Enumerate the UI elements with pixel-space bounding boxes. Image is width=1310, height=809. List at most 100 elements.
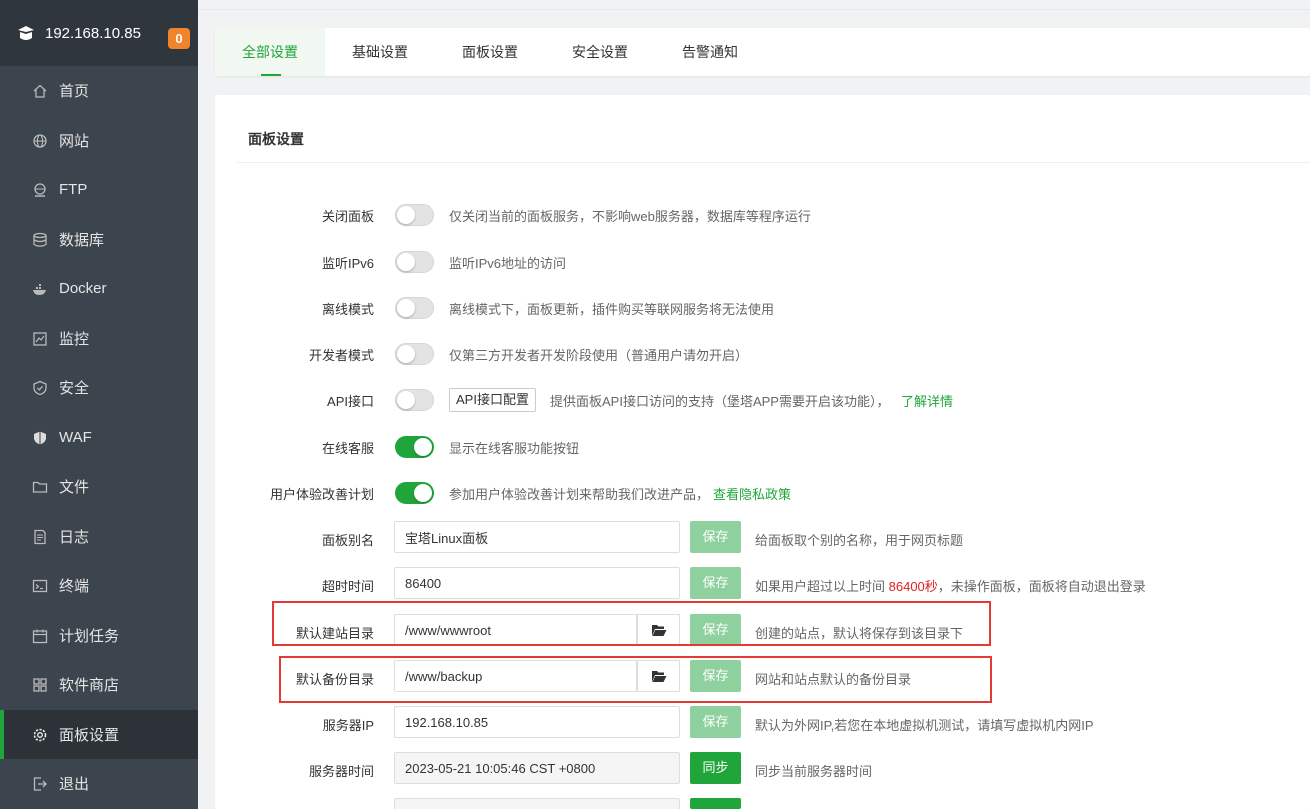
sidebar-item-label: 首页 <box>59 83 90 100</box>
sidebar-item-docker[interactable]: Docker <box>0 264 198 313</box>
panel-alias-input[interactable] <box>394 521 680 553</box>
site-dir-browse-button[interactable] <box>637 614 680 646</box>
close-panel-desc: 仅关闭当前的面板服务，不影响web服务器，数据库等程序运行 <box>449 209 811 224</box>
ipv6-toggle[interactable] <box>395 251 434 273</box>
sidebar: 192.168.10.85 0 首页 网站 FTP 数据库 Docker 监控 … <box>0 0 198 809</box>
tab-panel-settings[interactable]: 面板设置 <box>449 28 531 76</box>
panel-alias-label: 面板别名 <box>321 533 374 548</box>
sidebar-item-terminal[interactable]: 终端 <box>0 561 198 610</box>
developer-mode-label: 开发者模式 <box>308 348 374 363</box>
panel-alias-save-button[interactable]: 保存 <box>690 521 741 553</box>
apps-grid-icon <box>31 676 48 693</box>
open-folder-icon <box>651 670 666 682</box>
timeout-desc: 如果用户超过以上时间 86400秒，未操作面板，面板将自动退出登录 <box>755 579 1146 594</box>
ftp-icon <box>31 181 48 198</box>
sidebar-item-label: 面板设置 <box>59 727 120 744</box>
tab-alert-notifications[interactable]: 告警通知 <box>669 28 751 76</box>
next-row-button[interactable] <box>690 798 741 809</box>
panel-settings-section: 面板设置 关闭面板 仅关闭当前的面板服务，不影响web服务器，数据库等程序运行 … <box>215 95 1310 809</box>
backup-dir-desc: 网站和站点默认的备份目录 <box>755 672 912 687</box>
tab-basic-settings[interactable]: 基础设置 <box>339 28 421 76</box>
server-ip-desc: 默认为外网IP,若您在本地虚拟机测试，请填写虚拟机内网IP <box>755 718 1094 733</box>
sidebar-item-monitor[interactable]: 监控 <box>0 314 198 363</box>
sidebar-item-security[interactable]: 安全 <box>0 363 198 412</box>
ux-program-label: 用户体验改善计划 <box>269 487 374 502</box>
timeout-seconds-highlight: 86400秒 <box>888 579 938 594</box>
sidebar-item-ftp[interactable]: FTP <box>0 165 198 214</box>
sidebar-item-label: 计划任务 <box>59 628 120 645</box>
api-label: API接口 <box>327 394 374 409</box>
sidebar-item-website[interactable]: 网站 <box>0 116 198 165</box>
home-icon <box>31 82 48 99</box>
calendar-icon <box>31 627 48 644</box>
backup-dir-input[interactable] <box>394 660 637 692</box>
settings-tabs: 全部设置 基础设置 面板设置 安全设置 告警通知 <box>215 28 1310 76</box>
backup-dir-save-button[interactable]: 保存 <box>690 660 741 692</box>
sidebar-item-database[interactable]: 数据库 <box>0 215 198 264</box>
top-strip <box>198 0 1310 10</box>
sidebar-item-label: 文件 <box>59 479 90 496</box>
offline-mode-label: 离线模式 <box>321 302 374 317</box>
sidebar-item-label: WAF <box>59 429 92 446</box>
server-time-sync-button[interactable]: 同步 <box>690 752 741 784</box>
api-learn-more-link[interactable]: 了解详情 <box>901 391 953 410</box>
sidebar-item-panel-settings[interactable]: 面板设置 <box>0 710 198 759</box>
timeout-input[interactable] <box>394 567 680 599</box>
site-dir-desc: 创建的站点，默认将保存到该目录下 <box>755 626 964 641</box>
server-time-label: 服务器时间 <box>308 764 374 779</box>
close-panel-toggle[interactable] <box>395 204 434 226</box>
tab-security-settings[interactable]: 安全设置 <box>559 28 641 76</box>
waf-shield-icon <box>31 429 48 446</box>
ux-program-desc: 参加用户体验改善计划来帮助我们改进产品， <box>449 487 710 502</box>
backup-dir-browse-button[interactable] <box>637 660 680 692</box>
sidebar-item-label: 软件商店 <box>59 677 120 694</box>
privacy-policy-link[interactable]: 查看隐私政策 <box>713 484 791 503</box>
server-time-desc: 同步当前服务器时间 <box>755 764 873 779</box>
tab-all-settings[interactable]: 全部设置 <box>215 28 325 76</box>
online-support-label: 在线客服 <box>321 441 374 456</box>
ipv6-label: 监听IPv6 <box>321 256 374 271</box>
ux-program-toggle[interactable] <box>395 482 434 504</box>
notification-badge[interactable]: 0 <box>168 28 190 49</box>
site-dir-save-button[interactable]: 保存 <box>690 614 741 646</box>
sidebar-item-waf[interactable]: WAF <box>0 413 198 462</box>
database-icon <box>31 231 48 248</box>
api-toggle[interactable] <box>395 389 434 411</box>
sidebar-header: 192.168.10.85 0 <box>0 0 198 66</box>
folder-icon <box>31 478 48 495</box>
sidebar-item-home[interactable]: 首页 <box>0 66 198 115</box>
api-desc: 提供面板API接口访问的支持（堡塔APP需要开启该功能）， <box>550 394 890 409</box>
server-ip-save-button[interactable]: 保存 <box>690 706 741 738</box>
timeout-label: 超时时间 <box>321 579 374 594</box>
server-ip-input[interactable] <box>394 706 680 738</box>
server-host: 192.168.10.85 <box>45 24 141 42</box>
sidebar-item-files[interactable]: 文件 <box>0 462 198 511</box>
open-folder-icon <box>651 624 666 636</box>
close-panel-label: 关闭面板 <box>321 209 374 224</box>
developer-mode-toggle[interactable] <box>395 343 434 365</box>
developer-mode-desc: 仅第三方开发者开发阶段使用（普通用户请勿开启） <box>449 348 749 363</box>
bt-logo-icon <box>16 23 36 43</box>
terminal-icon <box>31 577 48 594</box>
sidebar-item-store[interactable]: 软件商店 <box>0 660 198 709</box>
next-row-input <box>394 798 680 809</box>
online-support-toggle[interactable] <box>395 436 434 458</box>
sidebar-item-label: Docker <box>59 280 107 297</box>
site-dir-input[interactable] <box>394 614 637 646</box>
panel-alias-desc: 给面板取个别的名称，用于网页标题 <box>755 533 964 548</box>
sidebar-item-cron[interactable]: 计划任务 <box>0 611 198 660</box>
sidebar-item-logout[interactable]: 退出 <box>0 759 198 808</box>
offline-mode-toggle[interactable] <box>395 297 434 319</box>
sidebar-item-label: FTP <box>59 181 88 198</box>
logout-icon <box>31 775 48 792</box>
sidebar-item-logs[interactable]: 日志 <box>0 512 198 561</box>
section-title: 面板设置 <box>248 131 304 147</box>
sidebar-item-label: 日志 <box>59 529 90 546</box>
section-divider <box>237 162 1310 163</box>
ipv6-desc: 监听IPv6地址的访问 <box>449 256 567 271</box>
sidebar-item-label: 监控 <box>59 331 90 348</box>
sidebar-item-label: 退出 <box>59 776 90 793</box>
backup-dir-label: 默认备份目录 <box>295 672 374 687</box>
timeout-save-button[interactable]: 保存 <box>690 567 741 599</box>
api-config-button[interactable]: API接口配置 <box>449 388 536 412</box>
